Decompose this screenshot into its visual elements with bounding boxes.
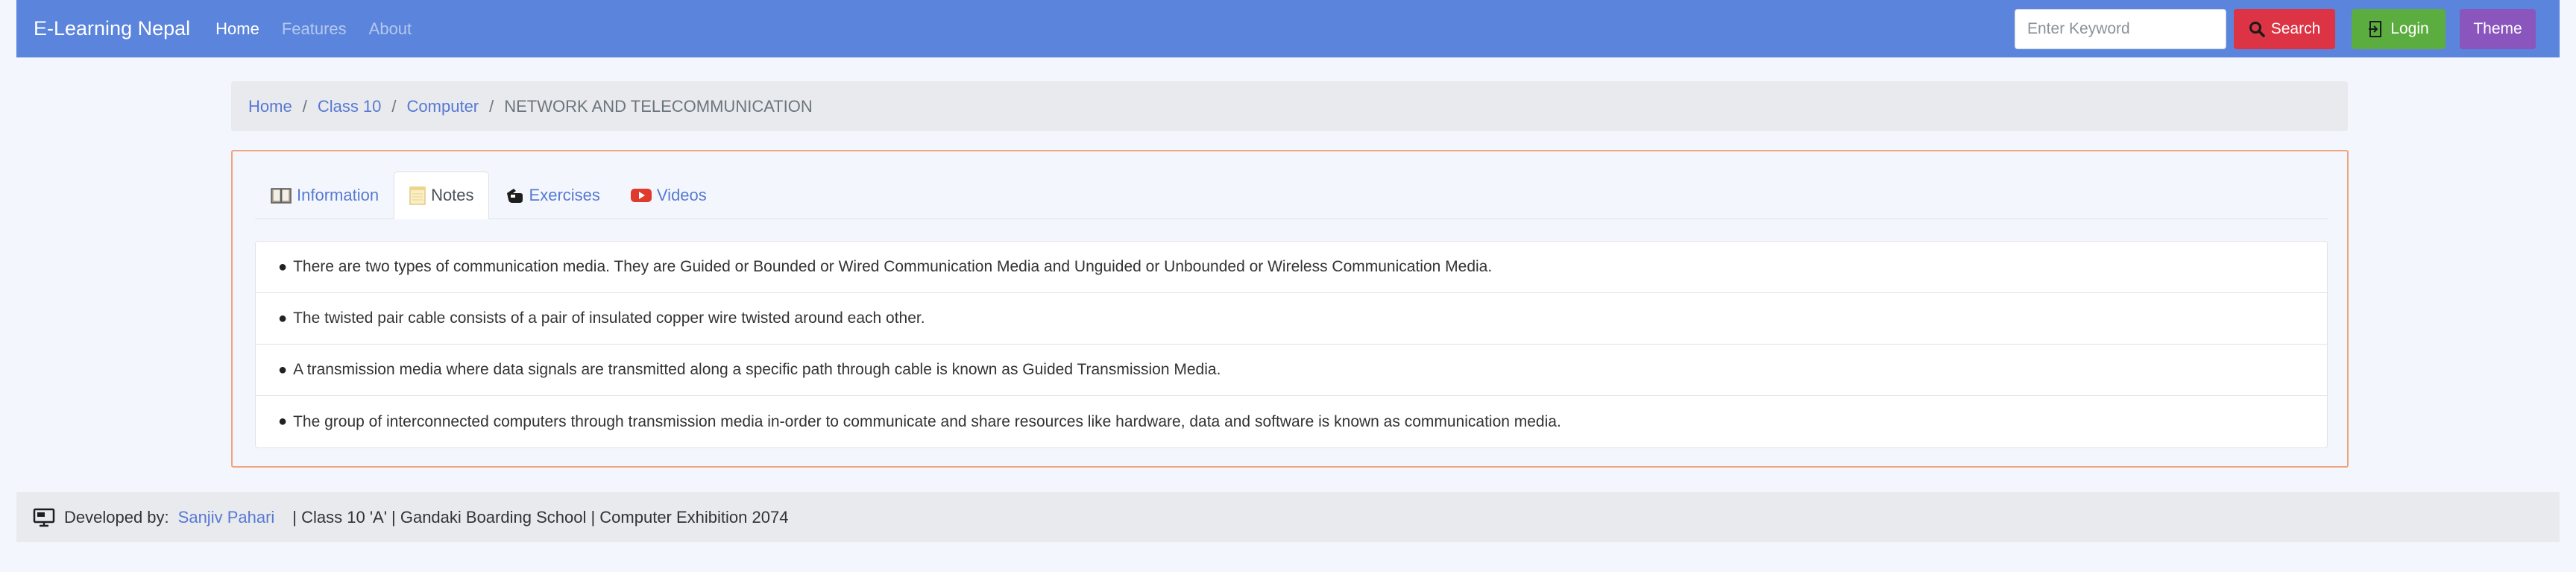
bullet-icon: ● — [278, 413, 288, 430]
login-button[interactable]: Login — [2352, 8, 2446, 49]
top-navbar: E-Learning Nepal Home Features About Sea… — [16, 0, 2560, 57]
tab-information-label: Information — [297, 186, 380, 204]
breadcrumb-separator: / — [302, 96, 307, 116]
list-item: ● The twisted pair cable consists of a p… — [256, 293, 2327, 345]
developed-by-label: Developed by: — [64, 507, 169, 527]
search-input[interactable] — [2015, 8, 2226, 49]
footer-info: | Class 10 'A' | Gandaki Boarding School… — [292, 507, 789, 527]
developer-link[interactable]: Sanjiv Pahari — [178, 508, 275, 527]
bullet-icon: ● — [278, 258, 288, 275]
footer: Developed by: Sanjiv Pahari | Class 10 '… — [16, 492, 2560, 542]
breadcrumb-home[interactable]: Home — [248, 97, 292, 116]
list-item: ● There are two types of communication m… — [256, 242, 2327, 293]
breadcrumb-current: NETWORK AND TELECOMMUNICATION — [504, 96, 813, 116]
brand-logo[interactable]: E-Learning Nepal — [34, 17, 190, 40]
tab-videos-label: Videos — [656, 186, 707, 204]
tab-notes[interactable]: Notes — [394, 172, 489, 219]
bullet-icon: ● — [278, 361, 288, 378]
list-item: ● The group of interconnected computers … — [256, 396, 2327, 447]
note-text: A transmission media where data signals … — [293, 361, 1221, 378]
search-button-label: Search — [2270, 19, 2321, 37]
breadcrumb-subject[interactable]: Computer — [407, 97, 479, 116]
note-text: There are two types of communication med… — [293, 258, 1493, 275]
breadcrumb-separator: / — [489, 96, 494, 116]
breadcrumb-class[interactable]: Class 10 — [318, 97, 382, 116]
content-card: Information Notes Exercises Videos ● The… — [231, 150, 2349, 468]
note-text: The group of interconnected computers th… — [293, 412, 1561, 430]
login-button-label: Login — [2390, 19, 2429, 37]
bullet-icon: ● — [278, 309, 288, 327]
notes-list: ● There are two types of communication m… — [255, 241, 2328, 448]
search-icon — [2249, 21, 2265, 37]
nav-about[interactable]: About — [369, 19, 412, 39]
navbar-actions: Search Login Theme — [2015, 0, 2536, 57]
breadcrumb-separator: / — [391, 96, 397, 116]
youtube-icon — [630, 187, 652, 204]
login-icon — [2368, 20, 2384, 38]
note-text: The twisted pair cable consists of a pai… — [293, 309, 925, 327]
tab-bar: Information Notes Exercises Videos — [255, 172, 2328, 219]
theme-button[interactable]: Theme — [2460, 8, 2536, 49]
tab-videos[interactable]: Videos — [615, 172, 722, 219]
book-icon — [270, 186, 292, 205]
breadcrumb: Home / Class 10 / Computer / NETWORK AND… — [231, 81, 2348, 131]
tab-information[interactable]: Information — [255, 172, 394, 219]
nav-features[interactable]: Features — [282, 19, 347, 39]
tab-exercises[interactable]: Exercises — [489, 172, 615, 219]
tab-exercises-label: Exercises — [529, 186, 600, 204]
search-button[interactable]: Search — [2234, 8, 2335, 49]
notepad-icon — [409, 185, 426, 206]
tab-notes-label: Notes — [431, 186, 474, 204]
monitor-icon — [33, 508, 55, 527]
nav-home[interactable]: Home — [215, 19, 259, 39]
list-item: ● A transmission media where data signal… — [256, 345, 2327, 396]
pointer-hand-icon — [504, 186, 525, 205]
